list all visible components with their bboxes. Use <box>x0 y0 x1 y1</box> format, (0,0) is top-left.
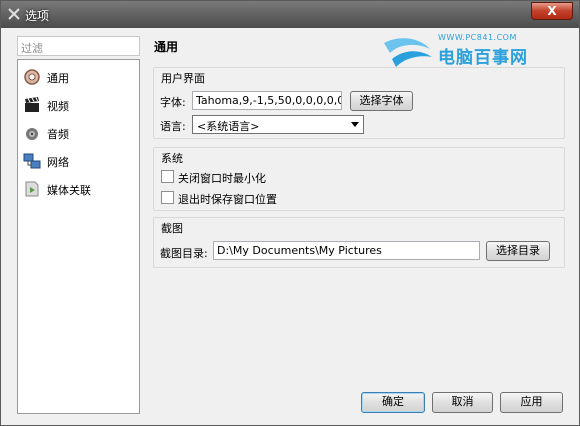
group-title: 截图 <box>161 222 183 235</box>
sidebar-item-label: 媒体关联 <box>47 184 91 197</box>
sidebar-item-media-association[interactable]: 媒体关联 <box>22 178 136 200</box>
screenshot-dir-label: 截图目录: <box>160 247 208 260</box>
watermark-name: 电脑百事网 <box>438 48 528 68</box>
window-title: 选项 <box>25 9 50 23</box>
close-button[interactable]: X <box>531 2 573 20</box>
sidebar-item-label: 网络 <box>47 156 69 169</box>
sidebar-item-label: 音频 <box>47 128 69 141</box>
options-dialog: 选项 X 过滤 通用 视频 音频 网络 媒体关联 通用 WWW.PC841.CO… <box>0 0 580 426</box>
choose-dir-button[interactable]: 选择目录 <box>486 241 550 261</box>
language-value: <系统语言> <box>197 120 260 133</box>
save-position-label: 退出时保存窗口位置 <box>178 193 277 206</box>
tools-icon <box>8 8 20 20</box>
dialog-body: 过滤 通用 视频 音频 网络 媒体关联 通用 WWW.PC841.COM 电脑百… <box>8 31 573 421</box>
minimize-on-close-checkbox[interactable] <box>161 170 174 183</box>
sidebar-item-audio[interactable]: 音频 <box>22 122 136 144</box>
system-group: 系统 关闭窗口时最小化 退出时保存窗口位置 <box>153 147 565 211</box>
group-title: 系统 <box>161 152 183 165</box>
sidebar-item-network[interactable]: 网络 <box>22 150 136 172</box>
language-label: 语言: <box>160 120 186 133</box>
font-field[interactable]: Tahoma,9,-1,5,50,0,0,0,0,0 <box>192 91 342 110</box>
cancel-button[interactable]: 取消 <box>432 392 493 413</box>
title-bar[interactable]: 选项 X <box>1 1 579 28</box>
minimize-on-close-label: 关闭窗口时最小化 <box>178 172 266 185</box>
screenshot-dir-field[interactable]: D:\My Documents\My Pictures <box>213 241 480 260</box>
language-select[interactable]: <系统语言> <box>192 115 364 134</box>
group-title: 用户界面 <box>161 72 205 85</box>
page-title: 通用 <box>154 40 179 54</box>
speaker-icon <box>26 128 38 140</box>
sidebar-item-general[interactable]: 通用 <box>22 66 136 88</box>
clapperboard-icon <box>25 97 39 112</box>
choose-font-button[interactable]: 选择字体 <box>350 91 413 111</box>
watermark-url: WWW.PC841.COM <box>438 33 517 42</box>
ok-button[interactable]: 确定 <box>361 392 425 413</box>
sidebar-nav: 通用 视频 音频 网络 媒体关联 <box>17 59 140 414</box>
network-icon <box>23 153 41 169</box>
sidebar-item-video[interactable]: 视频 <box>22 94 136 116</box>
filter-input[interactable]: 过滤 <box>17 36 140 56</box>
gear-icon <box>24 69 40 85</box>
media-association-icon <box>25 181 39 197</box>
screenshot-group: 截图 截图目录: D:\My Documents\My Pictures 选择目… <box>153 217 565 268</box>
apply-button[interactable]: 应用 <box>500 392 563 413</box>
ui-group: 用户界面 字体: Tahoma,9,-1,5,50,0,0,0,0,0 选择字体… <box>153 67 565 139</box>
watermark-swoosh-icon <box>384 38 432 67</box>
chevron-down-icon <box>351 122 359 127</box>
save-position-checkbox[interactable] <box>161 191 174 204</box>
sidebar-item-label: 视频 <box>47 100 69 113</box>
font-label: 字体: <box>160 96 186 109</box>
sidebar-item-label: 通用 <box>47 72 69 85</box>
